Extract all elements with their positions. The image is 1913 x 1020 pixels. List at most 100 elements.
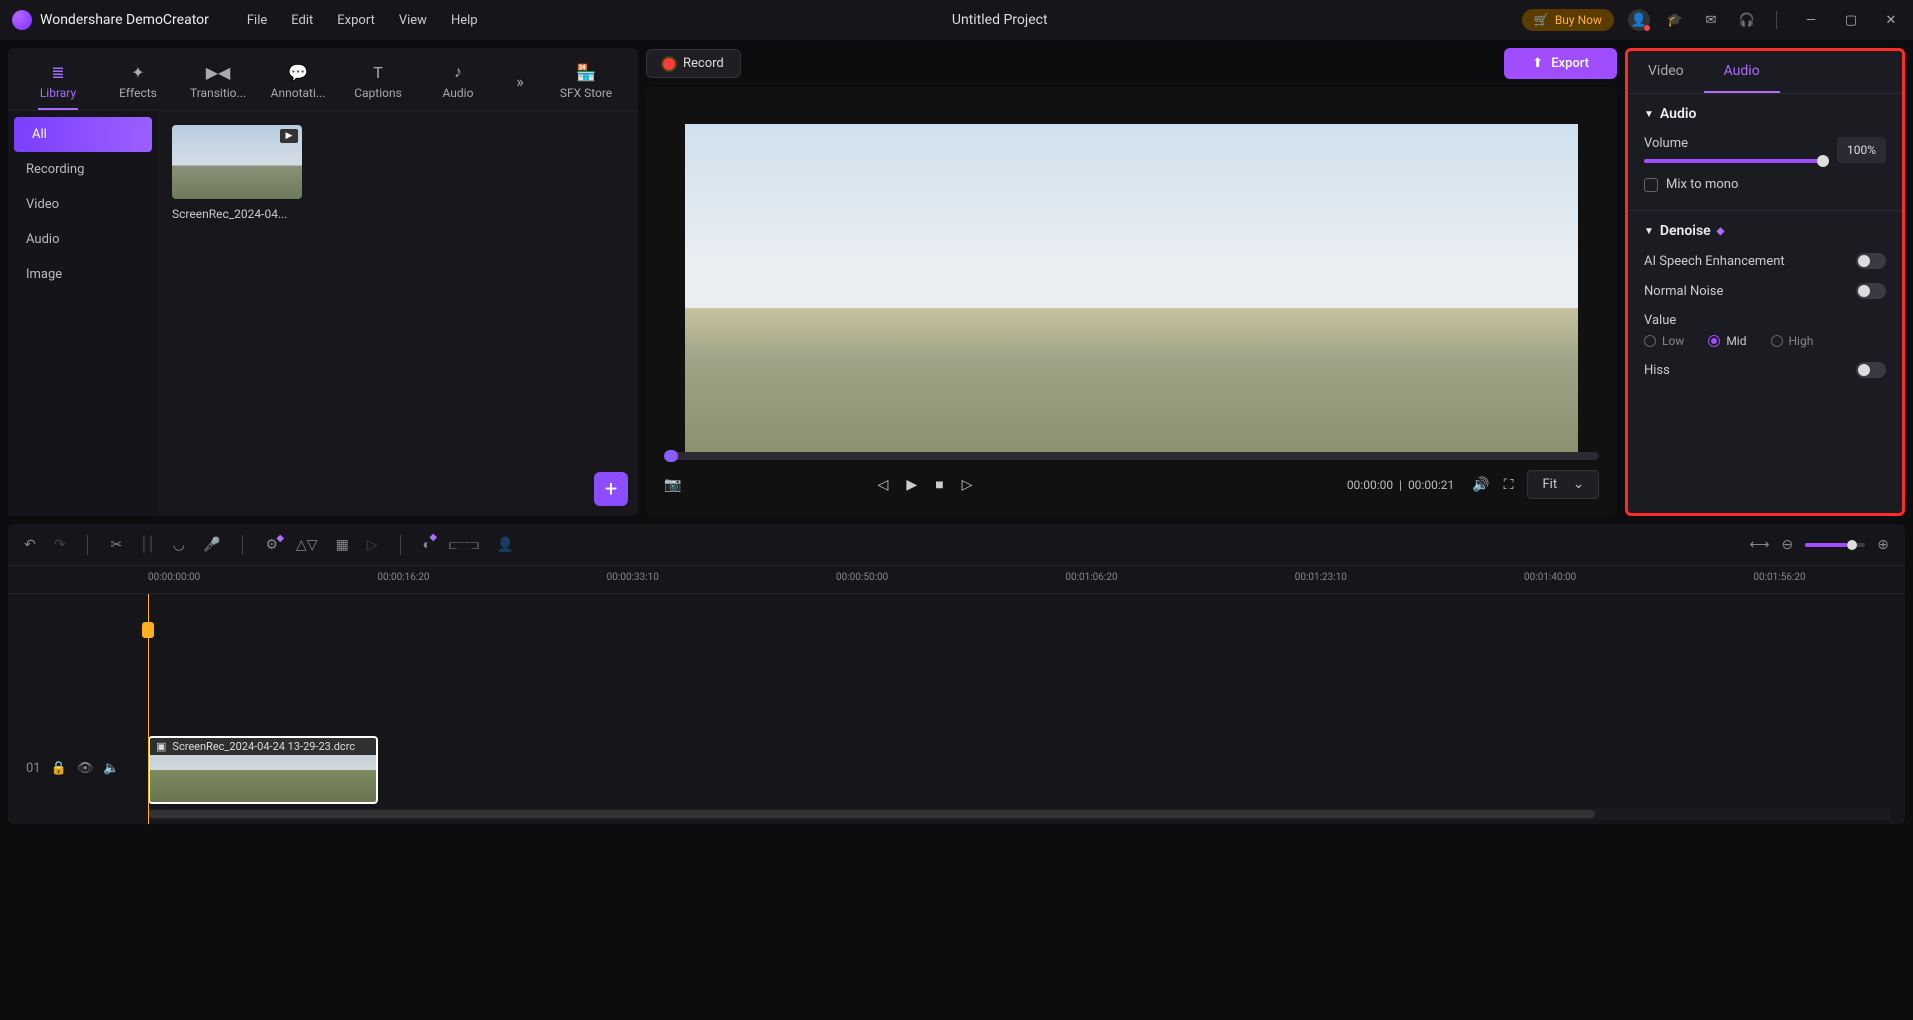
redo-icon[interactable]: ↷ [54,537,66,553]
undo-icon[interactable]: ↶ [24,537,36,553]
maximize-button[interactable]: ▢ [1841,10,1861,30]
fit-label: Fit [1542,477,1557,492]
tab-effects[interactable]: ✦Effects [100,57,176,110]
checkbox-icon [1644,178,1658,192]
tab-library[interactable]: ≣Library [20,57,96,110]
preview-scrubber[interactable] [664,452,1599,460]
tab-transitions[interactable]: ▶◀Transitio... [180,57,256,110]
radio-high[interactable]: High [1771,334,1814,348]
cat-video[interactable]: Video [8,187,158,222]
tab-label: Transitio... [190,86,246,100]
cat-image[interactable]: Image [8,257,158,292]
volume-value[interactable]: 100% [1837,137,1886,163]
fit-timeline-icon[interactable]: ⟷ [1749,537,1769,553]
preview-area: 📷 ◁ ▶ ■ ▷ 00:00:00 | 00:00:21 🔊 ⛶ [646,87,1617,516]
radio-mid[interactable]: Mid [1708,334,1746,348]
divider [400,535,401,555]
next-frame-icon[interactable]: ▷ [962,477,973,493]
menu-view[interactable]: View [399,13,427,28]
zoom-slider[interactable] [1805,543,1865,547]
person-icon[interactable]: 👤 [497,537,514,553]
lock-icon[interactable]: 🔒 [51,761,67,776]
prop-tab-audio[interactable]: Audio [1704,51,1780,93]
library-icon: ≣ [51,63,64,82]
fullscreen-icon[interactable]: ⛶ [1504,477,1514,493]
zoom-out-icon[interactable]: ⊖ [1782,537,1794,553]
normal-noise-label: Normal Noise [1644,284,1723,299]
divider [1776,11,1777,29]
cursor-icon[interactable]: ▷ [367,537,378,553]
menu-export[interactable]: Export [337,13,375,28]
tab-sfx-store[interactable]: 🏪SFX Store [546,57,626,110]
timeline-hscroll[interactable] [148,808,1891,820]
cat-recording[interactable]: Recording [8,152,158,187]
clip-icon: ▣ [156,740,166,753]
hiss-switch[interactable] [1856,362,1886,378]
tab-more[interactable]: » [500,66,540,101]
zoom-in-icon[interactable]: ⊕ [1877,537,1889,553]
marker-icon[interactable]: ◡ [173,537,185,553]
volume-slider[interactable]: Volume [1644,136,1823,163]
record-button[interactable]: Record [646,49,741,78]
split-icon[interactable]: ⎮⎮ [140,537,155,553]
adjust-icon[interactable]: ⫍⫎ [449,537,479,553]
account-icon[interactable]: 👤 [1628,9,1650,31]
hscroll-thumb[interactable] [148,810,1595,818]
denoise-section-header[interactable]: ▼ Denoise ◆ [1644,223,1886,239]
mirror-icon[interactable]: △▽ [296,537,318,553]
mute-icon[interactable]: 🔈 [103,761,119,776]
volume-thumb[interactable] [1817,155,1829,167]
ai-enhancement-switch[interactable] [1856,253,1886,269]
thumb-label: ScreenRec_2024-04... [172,207,302,221]
export-button[interactable]: ⬆ Export [1504,48,1617,79]
radio-low[interactable]: Low [1644,334,1684,348]
normal-noise-switch[interactable] [1856,283,1886,299]
thumb-image: ▶ [172,125,302,199]
playhead[interactable] [148,594,149,824]
menu-file[interactable]: File [247,13,267,28]
mic-icon[interactable]: 🎤 [203,537,220,553]
radio-mid-label: Mid [1726,334,1746,348]
app-name: Wondershare DemoCreator [40,12,209,28]
eye-icon[interactable]: 👁 [77,761,94,776]
menu-edit[interactable]: Edit [291,13,313,28]
prev-frame-icon[interactable]: ◁ [878,477,889,493]
volume-icon[interactable]: 🔊 [1472,477,1489,493]
color-tool-icon[interactable]: ◐◆ [423,536,431,553]
scrubber-thumb[interactable] [664,450,678,462]
export-label: Export [1551,56,1589,71]
prop-tab-video[interactable]: Video [1628,51,1704,93]
upper-panes: ≣Library ✦Effects ▶◀Transitio... 💬Annota… [0,40,1913,516]
fit-dropdown[interactable]: Fit ⌄ [1527,470,1599,499]
play-icon[interactable]: ▶ [906,477,917,493]
stop-icon[interactable]: ■ [935,476,943,493]
cart-icon: 🛒 [1534,13,1549,27]
tab-annotations[interactable]: 💬Annotati... [260,57,336,110]
ai-tool-icon[interactable]: ⚙◆ [265,537,278,553]
tab-audio[interactable]: ♪Audio [420,56,496,110]
headset-icon[interactable]: 🎧 [1736,9,1758,31]
buy-now-button[interactable]: 🛒 Buy Now [1522,9,1614,31]
grid-icon[interactable]: ▦ [336,537,349,553]
snapshot-icon[interactable]: 📷 [664,477,681,493]
minimize-button[interactable]: — [1801,10,1821,30]
mail-icon[interactable]: ✉ [1700,9,1722,31]
media-thumb[interactable]: ▶ ScreenRec_2024-04... [172,125,302,221]
timeline-toolbar: ↶ ↷ ✂ ⎮⎮ ◡ 🎤 ⚙◆ △▽ ▦ ▷ ◐◆ ⫍⫎ 👤 ⟷ ⊖ ⊕ [8,524,1905,566]
audio-section-header[interactable]: ▼ Audio [1644,106,1886,122]
add-media-button[interactable]: + [594,472,628,506]
graduation-icon[interactable]: 🎓 [1664,9,1686,31]
timeline-ruler[interactable]: 00:00:00:0000:00:16:2000:00:33:1000:00:5… [8,566,1905,594]
timeline-clip[interactable]: ▣ ScreenRec_2024-04-24 13-29-23.dcrc [148,736,378,804]
close-button[interactable]: ✕ [1881,10,1901,30]
cat-audio[interactable]: Audio [8,222,158,257]
app-logo [12,10,32,30]
zoom-slider-thumb[interactable] [1847,540,1857,550]
mix-mono-checkbox[interactable]: Mix to mono [1644,177,1886,192]
crop-icon[interactable]: ✂ [110,537,122,553]
menu-help[interactable]: Help [451,13,478,28]
premium-diamond-icon: ◆ [1717,226,1725,237]
cat-all[interactable]: All [14,117,152,152]
tab-label: Captions [354,86,402,100]
tab-captions[interactable]: TCaptions [340,57,416,110]
